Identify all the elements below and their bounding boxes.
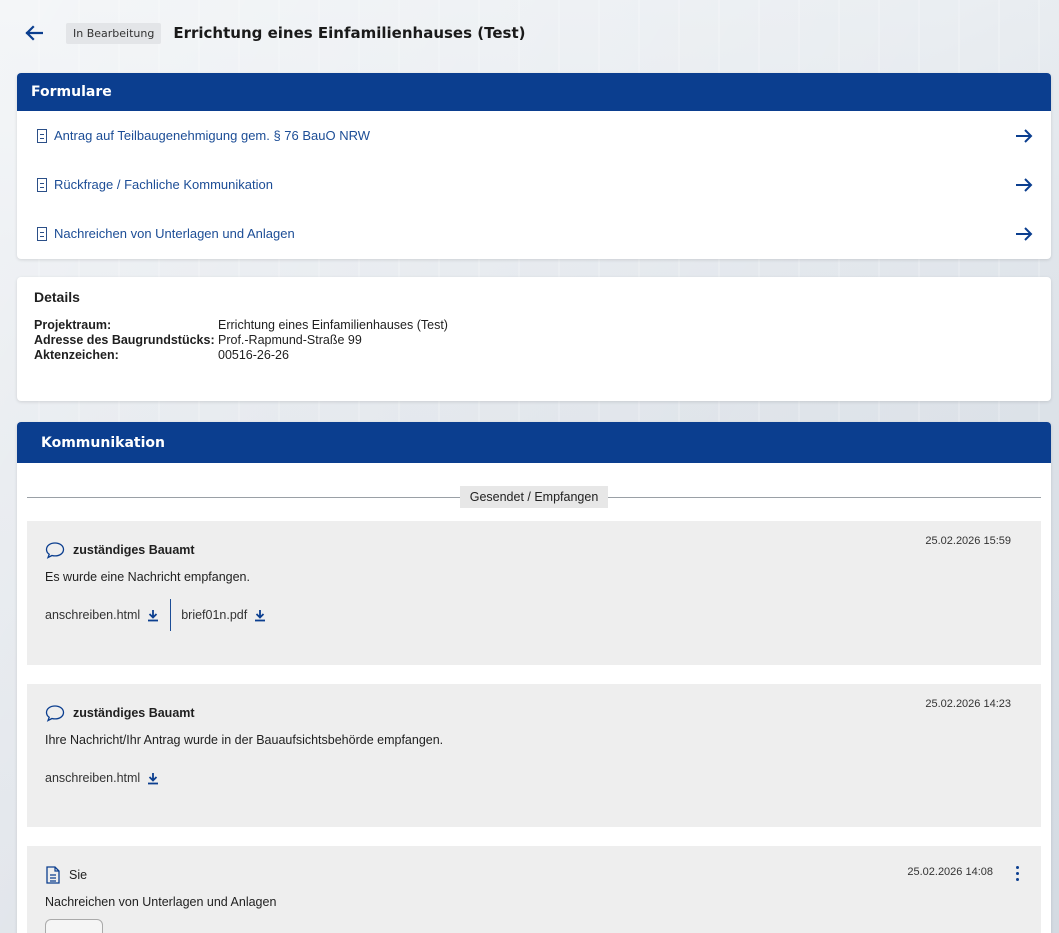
communication-card: Kommunikation Gesendet / Empfangen zustä… [17, 422, 1051, 933]
details-card: Details Projektraum: Errichtung eines Ei… [17, 277, 1051, 401]
detail-value: 00516-26-26 [218, 348, 289, 362]
attachment-list: anschreiben.html [45, 771, 1023, 785]
detail-value: Errichtung eines Einfamilienhauses (Test… [218, 318, 448, 332]
detail-key: Aktenzeichen: [34, 348, 119, 362]
message-sender: zuständiges Bauamt [73, 543, 195, 557]
form-document-icon [37, 226, 47, 241]
message-header: Sie 25.02.2026 14:08 [45, 864, 1023, 886]
communication-heading: Kommunikation [17, 422, 1051, 463]
attachment-separator [170, 599, 172, 631]
message-date: 25.02.2026 14:08 [907, 866, 993, 878]
attachment-download[interactable]: anschreiben.html [45, 608, 159, 622]
message-sender: zuständiges Bauamt [73, 706, 195, 720]
speech-bubble-icon [45, 542, 65, 559]
attachment-list: anschreiben.html brief01n.pdf [45, 599, 1023, 631]
attachment-name: anschreiben.html [45, 608, 141, 622]
message-header: zuständiges Bauamt 25.02.2026 15:59 [45, 535, 1023, 561]
download-icon [148, 772, 159, 784]
kebab-dot [1015, 877, 1019, 881]
divider-line [608, 496, 1041, 498]
filter-chip[interactable]: Gesendet / Empfangen [459, 486, 609, 508]
arrow-left-icon [25, 25, 43, 41]
attachment-name: brief01n.pdf [181, 608, 248, 622]
details-list: Projektraum: Errichtung eines Einfamilie… [34, 318, 1034, 362]
arrow-right-icon [1016, 128, 1033, 143]
message-date: 25.02.2026 14:23 [925, 698, 1011, 710]
message-action-button[interactable] [45, 919, 103, 933]
page-title: Errichtung eines Einfamilienhauses (Test… [173, 24, 526, 42]
form-item-label: Antrag auf Teilbaugenehmigung gem. § 76 … [54, 128, 371, 143]
detail-value: Prof.-Rapmund-Straße 99 [218, 333, 362, 347]
arrow-right-icon [1016, 226, 1033, 241]
form-item-rueckfrage[interactable]: Rückfrage / Fachliche Kommunikation [17, 160, 1051, 209]
message-item: zuständiges Bauamt 25.02.2026 14:23 Ihre… [27, 684, 1041, 827]
message-text: Ihre Nachricht/Ihr Antrag wurde in der B… [45, 733, 444, 747]
form-document-icon [37, 128, 47, 143]
message-sender: Sie [69, 868, 88, 882]
form-item-nachreichen[interactable]: Nachreichen von Unterlagen und Anlagen [17, 209, 1051, 258]
form-item-teilbaugenehmigung[interactable]: Antrag auf Teilbaugenehmigung gem. § 76 … [17, 111, 1051, 160]
status-badge: In Bearbeitung [66, 22, 162, 44]
message-text: Es wurde eine Nachricht empfangen. [45, 570, 250, 584]
back-button[interactable] [23, 22, 45, 44]
top-bar: In Bearbeitung Errichtung eines Einfamil… [17, 0, 1051, 66]
forms-heading: Formulare [17, 73, 1051, 111]
message-text: Nachreichen von Unterlagen und Anlagen [45, 895, 277, 909]
details-heading: Details [34, 289, 80, 305]
form-item-label: Nachreichen von Unterlagen und Anlagen [54, 226, 295, 241]
download-icon [148, 609, 159, 621]
divider-line [27, 496, 460, 498]
attachment-download[interactable]: brief01n.pdf [181, 608, 266, 622]
form-document-icon [37, 177, 47, 192]
kebab-dot [1015, 871, 1019, 875]
message-item: Sie 25.02.2026 14:08 Nachreichen von Unt… [27, 846, 1041, 933]
forms-card: Formulare Antrag auf Teilbaugenehmigung … [17, 73, 1051, 259]
download-icon [255, 609, 266, 621]
message-date: 25.02.2026 15:59 [925, 535, 1011, 547]
attachment-download[interactable]: anschreiben.html [45, 771, 159, 785]
arrow-right-icon [1016, 177, 1033, 192]
kebab-dot [1015, 865, 1019, 869]
more-menu-button[interactable] [1009, 863, 1025, 883]
message-header: zuständiges Bauamt 25.02.2026 14:23 [45, 698, 1023, 724]
form-item-label: Rückfrage / Fachliche Kommunikation [54, 177, 273, 192]
filter-divider: Gesendet / Empfangen [27, 482, 1041, 512]
detail-key: Adresse des Baugrundstücks: [34, 333, 215, 347]
speech-bubble-icon [45, 705, 65, 722]
message-item: zuständiges Bauamt 25.02.2026 15:59 Es w… [27, 521, 1041, 665]
document-icon [46, 866, 60, 884]
attachment-name: anschreiben.html [45, 771, 141, 785]
detail-key: Projektraum: [34, 318, 112, 332]
